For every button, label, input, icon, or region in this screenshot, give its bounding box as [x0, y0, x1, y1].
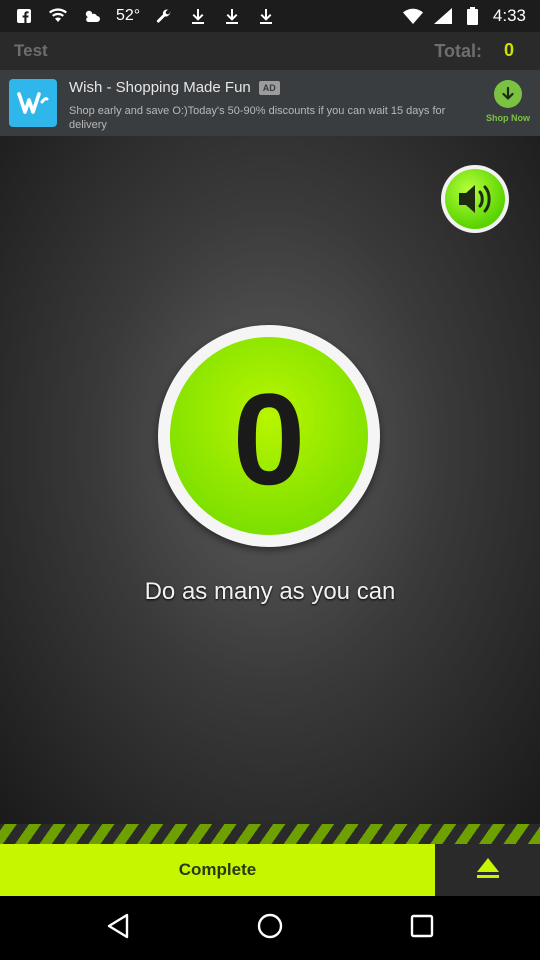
- cell-signal-icon: [433, 6, 453, 26]
- battery-icon: [463, 6, 483, 26]
- home-button[interactable]: [250, 910, 290, 946]
- ad-description[interactable]: Shop early and save O:)Today's 50-90% di…: [69, 104, 473, 132]
- ad-title[interactable]: Wish - Shopping Made Fun AD: [69, 79, 280, 96]
- ad-banner[interactable]: Wish - Shopping Made Fun AD Shop early a…: [0, 70, 540, 136]
- wifi-signal-icon: [402, 6, 423, 26]
- download-icon: [188, 6, 208, 26]
- counter-value: 0: [232, 366, 306, 512]
- wifi-icon: [48, 6, 68, 26]
- sound-toggle-button[interactable]: [441, 165, 509, 233]
- decorative-stripes: [0, 824, 540, 844]
- total-value: 0: [503, 40, 514, 60]
- temperature-text: 52°: [116, 7, 141, 24]
- home-circle-icon[interactable]: [256, 912, 284, 945]
- eject-arrow-icon[interactable]: [475, 856, 501, 885]
- recents-square-icon[interactable]: [409, 913, 435, 944]
- page-title: Test: [14, 41, 48, 60]
- wrench-icon: [154, 6, 174, 26]
- total-label: Total:: [434, 41, 482, 61]
- instruction-text: Do as many as you can: [144, 578, 396, 605]
- speaker-icon[interactable]: [445, 169, 505, 229]
- system-nav-bar: [0, 896, 540, 960]
- counter-button[interactable]: 0: [170, 337, 368, 535]
- download-icon: [222, 6, 242, 26]
- app-header: Test Total: 0: [0, 32, 540, 70]
- back-triangle-icon[interactable]: [105, 912, 131, 945]
- facebook-icon: [14, 6, 34, 26]
- main-area: 0 Do as many as you can: [0, 136, 540, 824]
- clock: 4:33: [492, 6, 526, 25]
- back-button[interactable]: [98, 910, 138, 946]
- weather-icon: [82, 6, 102, 26]
- shop-now-button[interactable]: Shop Now: [482, 80, 534, 123]
- shop-now-label[interactable]: Shop Now: [486, 113, 530, 123]
- wish-logo-icon[interactable]: [9, 79, 57, 127]
- complete-button[interactable]: Complete: [0, 844, 435, 896]
- status-bar: 52° 4:33: [0, 0, 540, 32]
- counter-ring[interactable]: 0: [158, 325, 380, 547]
- recents-button[interactable]: [402, 910, 442, 946]
- ad-title-text[interactable]: Wish - Shopping Made Fun: [69, 79, 251, 96]
- ad-badge: AD: [258, 80, 280, 95]
- status-right: 4:33: [402, 6, 526, 26]
- status-left: 52°: [14, 6, 276, 26]
- download-icon: [256, 6, 276, 26]
- download-arrow-icon[interactable]: [494, 80, 522, 108]
- expand-button[interactable]: [435, 844, 540, 896]
